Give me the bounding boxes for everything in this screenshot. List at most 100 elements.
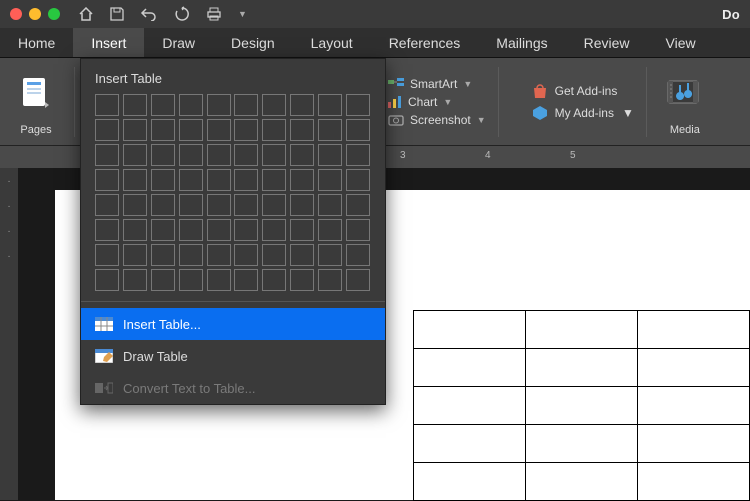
grid-cell[interactable] <box>346 269 370 291</box>
grid-cell[interactable] <box>262 144 286 166</box>
grid-cell[interactable] <box>318 94 342 116</box>
chart-button[interactable]: Chart▼ <box>388 95 486 109</box>
grid-cell[interactable] <box>290 219 314 241</box>
grid-cell[interactable] <box>234 269 258 291</box>
grid-cell[interactable] <box>290 169 314 191</box>
grid-cell[interactable] <box>179 194 203 216</box>
grid-cell[interactable] <box>290 269 314 291</box>
grid-cell[interactable] <box>151 119 175 141</box>
grid-cell[interactable] <box>262 94 286 116</box>
grid-cell[interactable] <box>318 144 342 166</box>
grid-cell[interactable] <box>95 194 119 216</box>
draw-table-item[interactable]: Draw Table <box>81 340 385 372</box>
grid-cell[interactable] <box>290 194 314 216</box>
grid-cell[interactable] <box>318 244 342 266</box>
grid-cell[interactable] <box>151 169 175 191</box>
grid-cell[interactable] <box>234 119 258 141</box>
grid-cell[interactable] <box>151 144 175 166</box>
grid-cell[interactable] <box>123 94 147 116</box>
tab-view[interactable]: View <box>648 28 714 57</box>
grid-cell[interactable] <box>123 219 147 241</box>
grid-cell[interactable] <box>179 219 203 241</box>
grid-cell[interactable] <box>234 244 258 266</box>
tab-review[interactable]: Review <box>566 28 648 57</box>
grid-cell[interactable] <box>179 244 203 266</box>
vertical-ruler[interactable]: ···· <box>0 168 18 500</box>
tab-layout[interactable]: Layout <box>293 28 371 57</box>
get-addins-button[interactable]: Get Add-ins <box>531 83 634 99</box>
insert-table-dialog-item[interactable]: Insert Table... <box>81 308 385 340</box>
grid-cell[interactable] <box>123 169 147 191</box>
grid-cell[interactable] <box>262 244 286 266</box>
grid-cell[interactable] <box>262 194 286 216</box>
grid-cell[interactable] <box>95 119 119 141</box>
tab-mailings[interactable]: Mailings <box>478 28 565 57</box>
grid-cell[interactable] <box>318 169 342 191</box>
grid-cell[interactable] <box>262 219 286 241</box>
grid-cell[interactable] <box>95 269 119 291</box>
grid-cell[interactable] <box>346 169 370 191</box>
grid-cell[interactable] <box>179 169 203 191</box>
repeat-icon[interactable] <box>174 6 190 22</box>
grid-cell[interactable] <box>346 219 370 241</box>
grid-cell[interactable] <box>95 169 119 191</box>
tab-references[interactable]: References <box>371 28 479 57</box>
grid-cell[interactable] <box>151 244 175 266</box>
pages-group[interactable]: Pages <box>10 68 62 136</box>
grid-cell[interactable] <box>179 94 203 116</box>
qat-more-icon[interactable]: ▼ <box>238 9 247 19</box>
grid-cell[interactable] <box>234 194 258 216</box>
grid-cell[interactable] <box>207 144 231 166</box>
grid-cell[interactable] <box>179 119 203 141</box>
grid-cell[interactable] <box>179 269 203 291</box>
grid-cell[interactable] <box>346 244 370 266</box>
grid-cell[interactable] <box>207 269 231 291</box>
grid-cell[interactable] <box>123 269 147 291</box>
smartart-button[interactable]: SmartArt▼ <box>388 77 486 91</box>
grid-cell[interactable] <box>207 119 231 141</box>
grid-cell[interactable] <box>318 219 342 241</box>
grid-cell[interactable] <box>318 269 342 291</box>
grid-cell[interactable] <box>151 194 175 216</box>
grid-cell[interactable] <box>207 219 231 241</box>
grid-cell[interactable] <box>207 244 231 266</box>
grid-cell[interactable] <box>290 119 314 141</box>
grid-cell[interactable] <box>262 269 286 291</box>
undo-icon[interactable] <box>140 7 158 21</box>
grid-cell[interactable] <box>207 194 231 216</box>
grid-cell[interactable] <box>262 169 286 191</box>
minimize-window-button[interactable] <box>29 8 41 20</box>
grid-cell[interactable] <box>346 144 370 166</box>
screenshot-button[interactable]: Screenshot▼ <box>388 113 486 127</box>
tab-home[interactable]: Home <box>0 28 73 57</box>
grid-cell[interactable] <box>151 219 175 241</box>
grid-cell[interactable] <box>123 119 147 141</box>
grid-cell[interactable] <box>207 94 231 116</box>
grid-cell[interactable] <box>179 144 203 166</box>
grid-cell[interactable] <box>234 144 258 166</box>
grid-cell[interactable] <box>151 94 175 116</box>
tab-insert[interactable]: Insert <box>73 28 144 57</box>
grid-cell[interactable] <box>207 169 231 191</box>
grid-cell[interactable] <box>234 169 258 191</box>
grid-cell[interactable] <box>234 219 258 241</box>
zoom-window-button[interactable] <box>48 8 60 20</box>
grid-cell[interactable] <box>95 219 119 241</box>
grid-cell[interactable] <box>234 94 258 116</box>
print-icon[interactable] <box>206 7 222 21</box>
grid-cell[interactable] <box>123 244 147 266</box>
grid-cell[interactable] <box>318 119 342 141</box>
grid-cell[interactable] <box>262 119 286 141</box>
grid-cell[interactable] <box>346 94 370 116</box>
grid-cell[interactable] <box>318 194 342 216</box>
close-window-button[interactable] <box>10 8 22 20</box>
media-group[interactable]: Media <box>659 68 711 136</box>
grid-cell[interactable] <box>290 94 314 116</box>
document-table[interactable] <box>413 310 750 501</box>
grid-cell[interactable] <box>95 94 119 116</box>
home-qat-icon[interactable] <box>78 7 94 21</box>
grid-cell[interactable] <box>123 144 147 166</box>
grid-cell[interactable] <box>346 119 370 141</box>
grid-cell[interactable] <box>346 194 370 216</box>
my-addins-button[interactable]: My Add-ins▼ <box>531 105 634 121</box>
